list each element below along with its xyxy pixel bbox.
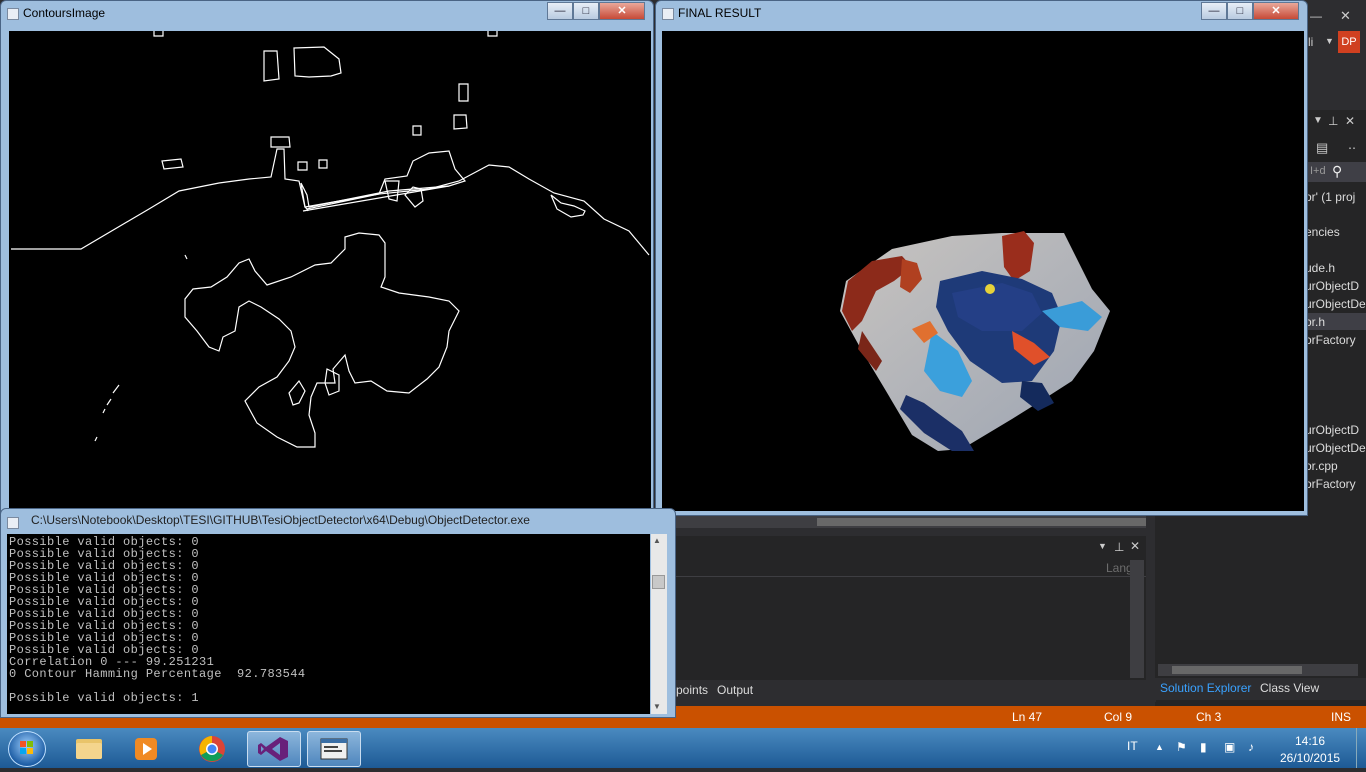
tab-breakpoints[interactable]: points: [676, 683, 708, 697]
vs-user-name: li: [1308, 35, 1314, 49]
solution-item[interactable]: urObjectDe: [1305, 441, 1366, 455]
close-button[interactable]: ✕: [1253, 2, 1299, 20]
console-line: Possible valid objects: 1: [9, 691, 200, 705]
solution-item[interactable]: or.cpp: [1305, 459, 1338, 473]
app-icon: [7, 8, 19, 20]
output-toolbar: [676, 557, 1146, 577]
output-source-label: Lang: [1106, 561, 1133, 575]
chevron-down-icon[interactable]: ▼: [1325, 36, 1334, 46]
scroll-up-arrow[interactable]: ▲: [653, 536, 661, 545]
detected-object-image: [840, 231, 1110, 451]
app-icon: [662, 8, 674, 20]
window-title: ContoursImage: [23, 6, 106, 20]
more-icon[interactable]: ․․: [1348, 138, 1356, 152]
scrollbar-thumb[interactable]: [1172, 666, 1302, 674]
solution-item[interactable]: urObjectDe: [1305, 297, 1366, 311]
console-title: C:\Users\Notebook\Desktop\TESI\GITHUB\Te…: [31, 513, 530, 527]
vs-minimize-button[interactable]: —: [1310, 9, 1322, 23]
tab-class-view[interactable]: Class View: [1260, 681, 1319, 695]
console-icon: [7, 517, 19, 529]
maximize-button[interactable]: □: [1227, 2, 1253, 20]
console-app-icon: [320, 738, 348, 760]
final-result-window: FINAL RESULT — □ ✕: [655, 0, 1308, 516]
dropdown-icon[interactable]: ▼: [1098, 541, 1107, 551]
start-button[interactable]: [8, 731, 46, 767]
close-panel-icon[interactable]: ✕: [1130, 539, 1140, 553]
clock-date[interactable]: 26/10/2015: [1280, 751, 1340, 765]
scroll-down-arrow[interactable]: ▼: [653, 702, 661, 711]
minimize-button[interactable]: —: [1201, 2, 1227, 20]
status-line: Ln 47: [1012, 710, 1043, 724]
power-icon[interactable]: ▮: [1200, 740, 1207, 754]
vs-close-button[interactable]: ✕: [1340, 8, 1351, 24]
tab-output[interactable]: Output: [717, 683, 753, 697]
network-icon[interactable]: ▣: [1224, 740, 1235, 754]
tab-solution-explorer[interactable]: Solution Explorer: [1160, 681, 1251, 695]
contours-window: ContoursImage — □ ✕: [0, 0, 654, 516]
user-avatar[interactable]: DP: [1338, 31, 1360, 53]
taskbar-visual-studio[interactable]: [247, 731, 301, 767]
volume-icon[interactable]: ♪: [1248, 740, 1254, 754]
final-result-canvas: [662, 31, 1304, 511]
solution-item[interactable]: orFactory: [1305, 477, 1356, 491]
console-line: 0 Contour Hamming Percentage 92.783544: [9, 667, 306, 681]
windows-logo-icon: [20, 741, 33, 754]
tray-expand-icon[interactable]: ▲: [1155, 742, 1164, 752]
close-panel-icon[interactable]: ✕: [1345, 114, 1355, 128]
pin-icon[interactable]: ⊥: [1328, 114, 1338, 128]
taskbar-explorer[interactable]: [62, 731, 116, 767]
show-desktop-button[interactable]: [1356, 728, 1366, 768]
editor-hscrollbar-thumb[interactable]: [817, 518, 1146, 526]
folder-icon: [76, 739, 102, 759]
language-indicator[interactable]: IT: [1127, 739, 1138, 753]
visual-studio-icon: [258, 737, 288, 761]
solution-item[interactable]: or.h: [1305, 315, 1325, 329]
taskbar-media-player[interactable]: [120, 731, 174, 767]
window-title: FINAL RESULT: [678, 6, 762, 20]
solution-item[interactable]: or' (1 proj: [1305, 190, 1355, 204]
output-vscrollbar[interactable]: [1130, 560, 1144, 678]
dropdown-icon[interactable]: ▼: [1313, 115, 1323, 126]
contours-canvas: [9, 31, 651, 511]
action-center-icon[interactable]: ⚑: [1176, 740, 1187, 754]
minimize-button[interactable]: —: [547, 2, 573, 20]
clock-time[interactable]: 14:16: [1295, 734, 1325, 748]
chrome-icon: [199, 736, 225, 762]
taskbar-console[interactable]: [307, 731, 361, 767]
close-button[interactable]: ✕: [599, 2, 645, 20]
solution-item[interactable]: ude.h: [1305, 261, 1335, 275]
solution-item[interactable]: encies: [1305, 225, 1340, 239]
status-char: Ch 3: [1196, 710, 1222, 724]
taskbar-chrome[interactable]: [185, 731, 239, 767]
status-col: Col 9: [1104, 710, 1133, 724]
console-scroll-thumb[interactable]: [652, 575, 665, 589]
solution-item[interactable]: urObjectD: [1305, 279, 1359, 293]
search-icon[interactable]: ⚲: [1332, 163, 1342, 180]
search-shortcut: I+d: [1310, 165, 1326, 177]
solution-item[interactable]: orFactory: [1305, 333, 1356, 347]
contours-drawing: [11, 31, 650, 448]
console-scrollbar[interactable]: [651, 534, 667, 714]
pin-icon[interactable]: ⊥: [1114, 540, 1124, 554]
solution-item[interactable]: urObjectD: [1305, 423, 1359, 437]
maximize-button[interactable]: □: [573, 2, 599, 20]
status-mode: INS: [1331, 710, 1352, 724]
media-player-icon: [135, 738, 157, 760]
sync-icon[interactable]: ▤: [1316, 140, 1328, 156]
